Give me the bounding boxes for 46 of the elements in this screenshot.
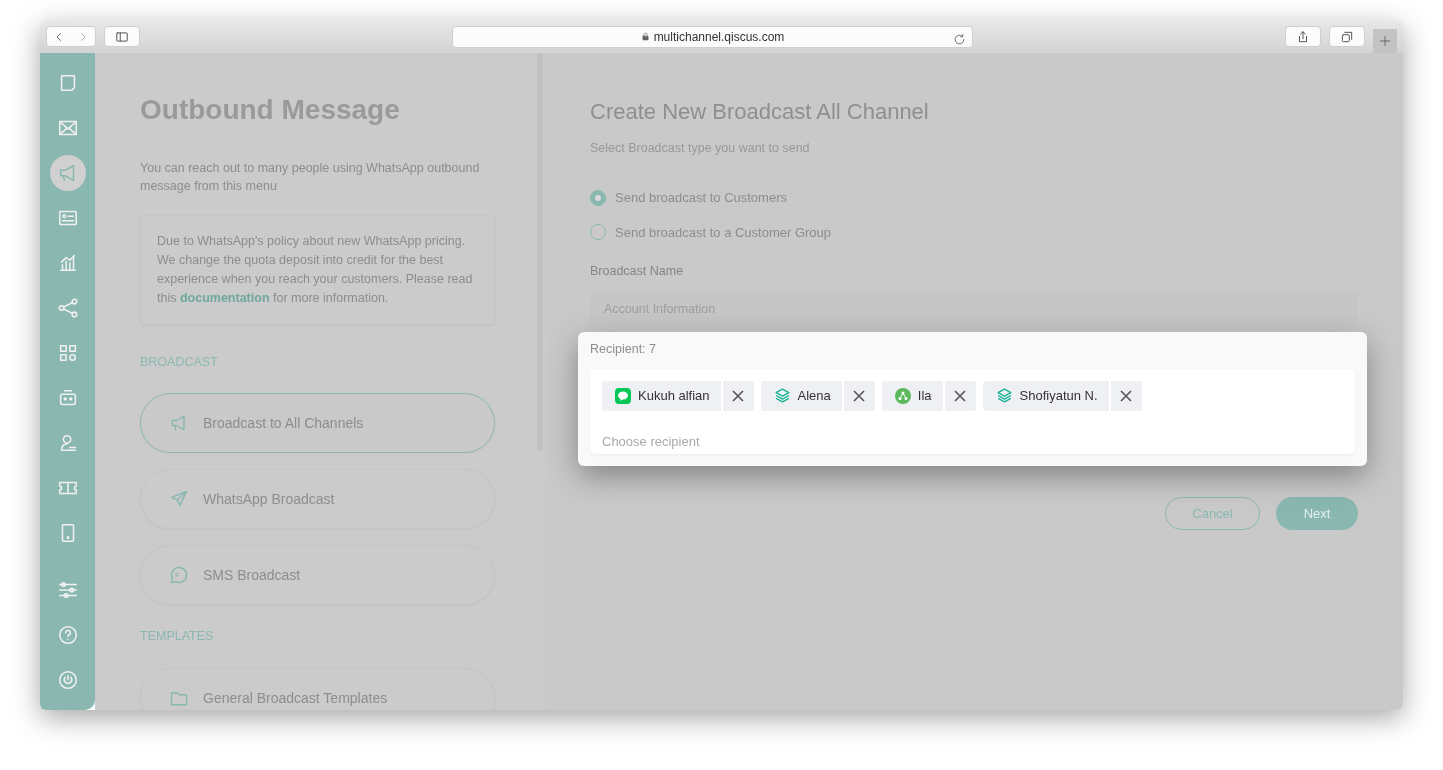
url-text: multichannel.qiscus.com	[653, 28, 785, 46]
address-bar[interactable]: multichannel.qiscus.com	[452, 25, 973, 48]
menu-item[interactable]: Broadcast to All Channels	[140, 393, 495, 454]
field-label: Broadcast Name	[590, 263, 685, 281]
notice-text: Due to WhatsApp's policy about new WhatsApp pricing. We change the quota deposit into credit for the best experience when you reach your customers. Please read this documentation for more information.	[140, 214, 495, 325]
recipient-label: Recipient: 7	[590, 341, 657, 358]
recipient-name: Ila	[917, 387, 932, 405]
network-icon	[894, 387, 911, 404]
sidebar-toggle-icon[interactable]	[114, 29, 130, 44]
section-heading: BROADCAST	[140, 353, 219, 371]
share-icon[interactable]	[1296, 29, 1310, 44]
nodes-icon	[56, 297, 79, 319]
new-tab-icon[interactable]	[1378, 34, 1392, 48]
sliders-icon	[56, 579, 79, 601]
next-button[interactable]: Next	[1276, 496, 1358, 530]
close-icon	[732, 389, 745, 402]
tabs-icon[interactable]	[1340, 29, 1354, 44]
recipient-name: Alena	[797, 387, 831, 405]
close-icon	[1120, 389, 1133, 402]
radio-label: Send broadcast to a Customer Group	[615, 223, 832, 242]
section-heading: TEMPLATES	[140, 628, 215, 646]
sidebar-item[interactable]	[49, 155, 86, 191]
recipient-input[interactable]: Choose recipient	[602, 431, 1002, 452]
lock-icon	[640, 31, 650, 42]
radio-button[interactable]	[590, 189, 606, 206]
menu-item[interactable]: WhatsApp Broadcast	[140, 469, 495, 530]
reload-icon[interactable]	[953, 32, 966, 46]
recipient-name: Shofiyatun N.	[1019, 387, 1098, 405]
menu-item[interactable]: General Broadcast Templates	[140, 668, 495, 710]
remove-button[interactable]	[1108, 380, 1142, 411]
remove-button[interactable]	[720, 380, 754, 411]
radio-label: Send broadcast to Customers	[615, 189, 787, 208]
close-icon	[954, 389, 967, 402]
remove-button[interactable]	[841, 380, 875, 411]
form-title: Create New Broadcast All Channel	[590, 99, 930, 126]
remove-button[interactable]	[942, 380, 976, 411]
layers-icon	[995, 387, 1013, 405]
line-logo-icon	[615, 387, 631, 404]
page-description: You can reach out to many people using WhatsApp outbound message from this menu	[140, 159, 481, 195]
menu-item[interactable]: SMS Broadcast	[140, 545, 495, 606]
help-icon	[56, 624, 79, 646]
close-icon	[853, 389, 866, 402]
chat-bubble-icon	[169, 565, 189, 586]
layers-icon	[773, 387, 791, 405]
recipient-name: Kukuh alfian	[638, 387, 710, 405]
power-icon	[56, 669, 79, 691]
